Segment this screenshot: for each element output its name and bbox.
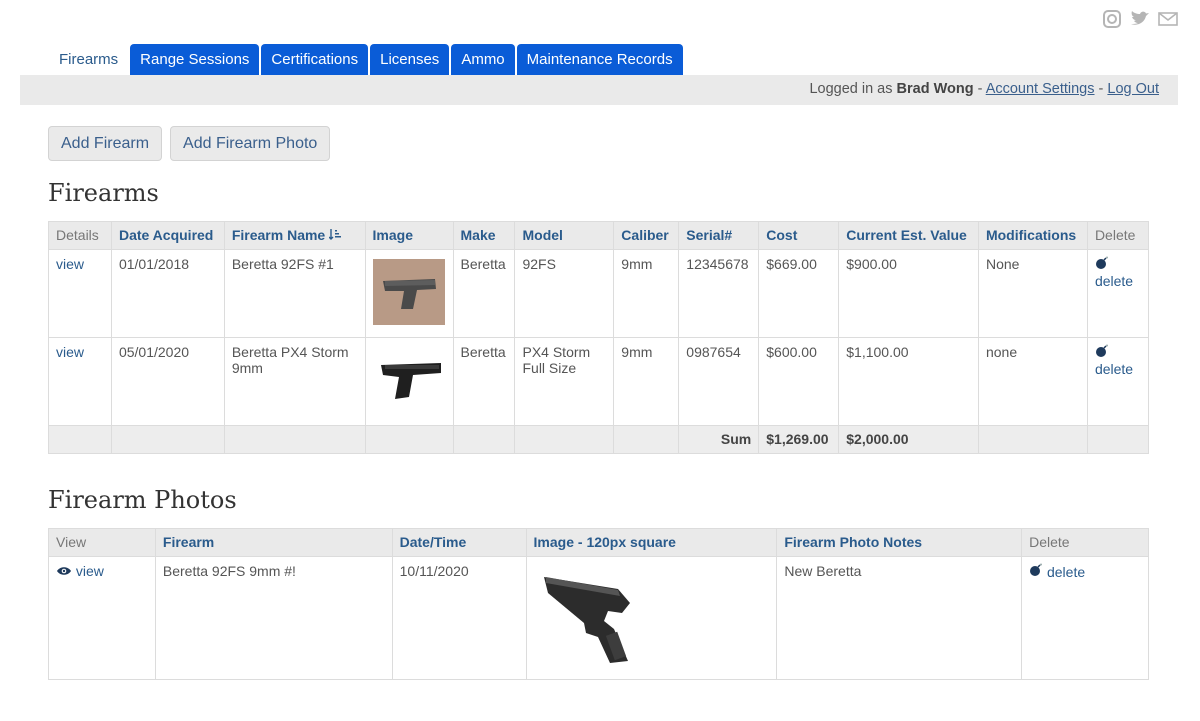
sort-ascending-icon[interactable]	[328, 227, 342, 243]
table-header-row: Details Date Acquired Firearm Name Image…	[48, 221, 1150, 250]
delete-link[interactable]: delete	[1047, 564, 1085, 580]
image-cell	[364, 337, 454, 426]
view-link[interactable]: view	[56, 256, 84, 272]
view-link[interactable]: view	[56, 344, 84, 360]
table-row: view 05/01/2020 Beretta PX4 Storm 9mm Be…	[48, 337, 1150, 426]
delete-cell: delete	[1086, 249, 1150, 338]
logged-in-prefix: Logged in as	[809, 81, 897, 97]
col-image-square[interactable]: Image - 120px square	[525, 528, 778, 557]
tab-range-sessions[interactable]: Range Sessions	[130, 44, 260, 75]
table-row: view Beretta 92FS 9mm #! 10/11/2020 New …	[48, 556, 1149, 680]
firearm-photos-table: View Firearm Date/Time Image - 120px squ…	[48, 528, 1149, 680]
mail-icon[interactable]	[1158, 10, 1178, 28]
sum-row: Sum $1,269.00 $2,000.00	[48, 425, 1150, 454]
caliber-cell: 9mm	[613, 337, 680, 426]
sum-value: $2,000.00	[838, 425, 979, 454]
modifications-cell: none	[977, 337, 1088, 426]
col-view: View	[48, 528, 156, 557]
col-firearm[interactable]: Firearm	[154, 528, 393, 557]
user-bar: Logged in as Brad Wong - Account Setting…	[20, 75, 1178, 105]
tab-licenses[interactable]: Licenses	[370, 44, 450, 75]
cost-cell: $600.00	[758, 337, 840, 426]
bomb-icon[interactable]	[1095, 256, 1109, 270]
logout-link[interactable]: Log Out	[1107, 81, 1159, 97]
caliber-cell: 9mm	[613, 249, 680, 338]
table-row: view 01/01/2018 Beretta 92FS #1 Beretta …	[48, 249, 1150, 338]
col-make[interactable]: Make	[452, 221, 516, 250]
col-caliber[interactable]: Caliber	[613, 221, 680, 250]
bomb-icon[interactable]	[1095, 344, 1109, 358]
view-cell: view	[48, 556, 156, 680]
date-acquired-cell: 05/01/2020	[110, 337, 225, 426]
delete-link[interactable]: delete	[1095, 361, 1133, 377]
tab-maintenance-records[interactable]: Maintenance Records	[516, 44, 683, 75]
firearm-thumbnail[interactable]	[372, 259, 445, 325]
tab-certifications[interactable]: Certifications	[261, 44, 369, 75]
action-buttons: Add Firearm Add Firearm Photo	[48, 126, 331, 161]
sum-label: Sum	[678, 425, 760, 454]
serial-cell: 12345678	[678, 249, 760, 338]
add-firearm-photo-button[interactable]: Add Firearm Photo	[170, 126, 331, 161]
photo-notes-cell: New Beretta	[776, 556, 1023, 680]
firearm-name-cell: Beretta PX4 Storm 9mm	[223, 337, 366, 426]
add-firearm-button[interactable]: Add Firearm	[48, 126, 163, 161]
table-header-row: View Firearm Date/Time Image - 120px squ…	[48, 528, 1149, 557]
date-acquired-cell: 01/01/2018	[110, 249, 225, 338]
firearms-table: Details Date Acquired Firearm Name Image…	[48, 221, 1150, 454]
col-datetime[interactable]: Date/Time	[391, 528, 527, 557]
col-model[interactable]: Model	[514, 221, 615, 250]
firearms-heading: Firearms	[48, 179, 159, 207]
separator: -	[1094, 81, 1108, 97]
separator: -	[973, 81, 986, 97]
tab-ammo[interactable]: Ammo	[451, 44, 515, 75]
value-cell: $1,100.00	[838, 337, 979, 426]
col-delete: Delete	[1021, 528, 1149, 557]
eye-icon[interactable]	[56, 563, 72, 579]
modifications-cell: None	[977, 249, 1088, 338]
main-tabs: Firearms Range Sessions Certifications L…	[49, 44, 683, 75]
bomb-icon[interactable]	[1029, 563, 1043, 577]
col-serial[interactable]: Serial#	[678, 221, 760, 250]
model-cell: 92FS	[514, 249, 615, 338]
model-cell: PX4 Storm Full Size	[514, 337, 615, 426]
col-details: Details	[48, 221, 112, 250]
datetime-cell: 10/11/2020	[391, 556, 527, 680]
delete-cell: delete	[1086, 337, 1150, 426]
col-current-value[interactable]: Current Est. Value	[838, 221, 979, 250]
image-cell	[364, 249, 454, 338]
view-link[interactable]: view	[76, 563, 104, 579]
delete-link[interactable]: delete	[1095, 273, 1133, 289]
sum-cost: $1,269.00	[758, 425, 840, 454]
col-delete: Delete	[1086, 221, 1150, 250]
firearm-photo-image[interactable]	[537, 563, 648, 667]
col-date-acquired[interactable]: Date Acquired	[110, 221, 225, 250]
account-settings-link[interactable]: Account Settings	[986, 81, 1095, 97]
firearm-photos-heading: Firearm Photos	[48, 486, 237, 514]
instagram-icon[interactable]	[1102, 10, 1122, 28]
cost-cell: $669.00	[758, 249, 840, 338]
make-cell: Beretta	[452, 337, 516, 426]
twitter-icon[interactable]	[1130, 10, 1150, 28]
col-firearm-name-label: Firearm Name	[231, 227, 326, 243]
firearm-cell: Beretta 92FS 9mm #!	[154, 556, 393, 680]
image-cell	[525, 556, 778, 680]
firearm-thumbnail[interactable]	[372, 347, 445, 413]
make-cell: Beretta	[452, 249, 516, 338]
username: Brad Wong	[896, 81, 974, 97]
col-cost[interactable]: Cost	[758, 221, 840, 250]
col-modifications[interactable]: Modifications	[977, 221, 1088, 250]
col-photo-notes[interactable]: Firearm Photo Notes	[776, 528, 1023, 557]
firearm-name-cell: Beretta 92FS #1	[223, 249, 366, 338]
tab-firearms[interactable]: Firearms	[49, 44, 129, 75]
value-cell: $900.00	[838, 249, 979, 338]
col-firearm-name[interactable]: Firearm Name	[223, 221, 366, 250]
social-icons	[1102, 10, 1178, 28]
serial-cell: 0987654	[678, 337, 760, 426]
col-image: Image	[364, 221, 454, 250]
delete-cell: delete	[1021, 556, 1149, 680]
